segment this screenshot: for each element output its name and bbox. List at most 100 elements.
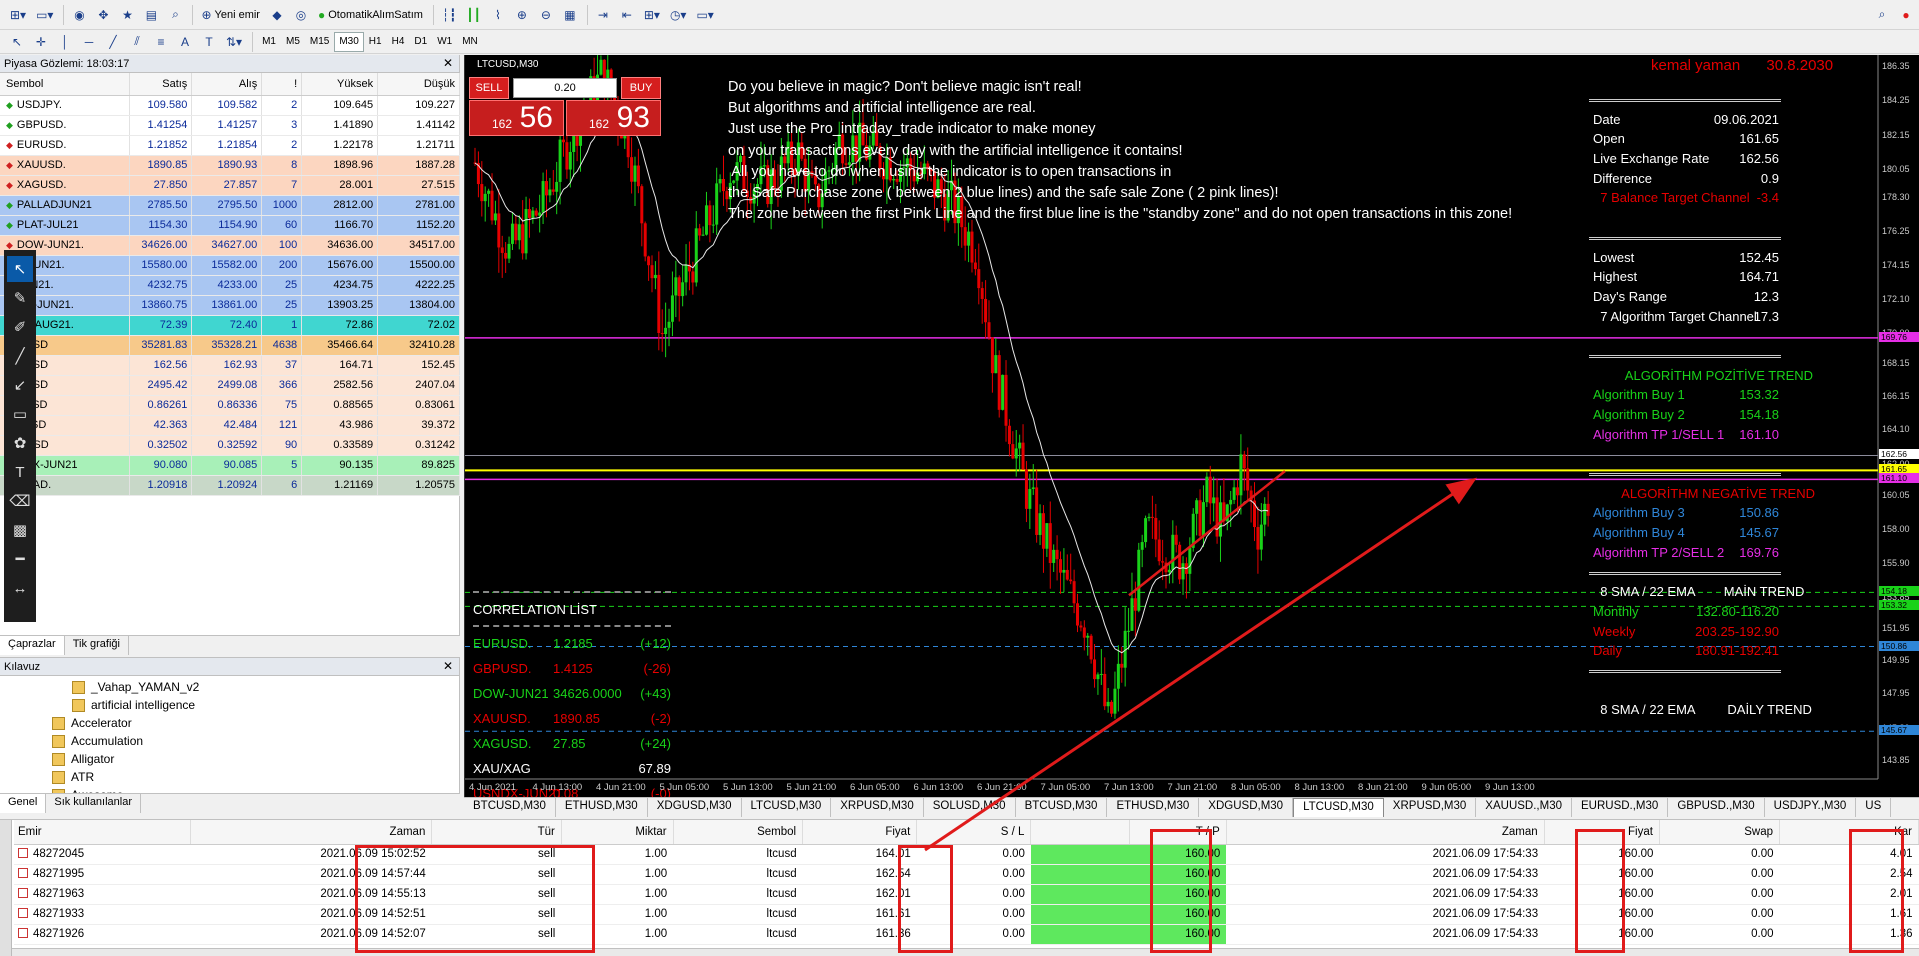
navigator-item[interactable]: Accumulation: [0, 732, 459, 750]
tester-icon[interactable]: ⌕: [164, 4, 186, 26]
timeframe-m5[interactable]: M5: [281, 32, 305, 52]
market-watch-row[interactable]: ◆JUN21.4232.754233.00254234.754222.25: [0, 275, 460, 296]
market-watch-row[interactable]: ◆ DOW-JUN21. 34626.00 34627.00 100 34636.00 34…: [0, 235, 460, 256]
history-column-header[interactable]: Fiyat: [1544, 820, 1660, 845]
text-icon[interactable]: A: [174, 31, 196, 53]
navigator-item[interactable]: ATR: [0, 768, 459, 786]
history-column-header[interactable]: S / L: [916, 820, 1032, 845]
history-column-header[interactable]: Zaman: [1226, 820, 1545, 845]
auto-scroll-icon[interactable]: ⇤: [616, 4, 638, 26]
buy-button[interactable]: BUY: [621, 77, 661, 99]
timeframe-m30[interactable]: M30: [334, 31, 364, 52]
opacity-icon[interactable]: ▩: [7, 517, 33, 543]
market-watch-row[interactable]: ◆ USDJPY. 109.580 109.582 2 109.645 109.227: [0, 95, 460, 116]
market-watch-icon[interactable]: ◉: [68, 4, 90, 26]
new-chart-icon[interactable]: ⊞▾: [6, 4, 30, 26]
history-row[interactable]: 48272045 2021.06.09 15:02:52 sell 1.00 ltcus…: [14, 844, 1919, 865]
trendline-icon[interactable]: ╱: [102, 31, 124, 53]
chart-tab[interactable]: XRPUSD,M30: [831, 798, 924, 817]
timeframe-m1[interactable]: M1: [257, 32, 281, 52]
label-icon[interactable]: T: [198, 31, 220, 53]
periods-icon[interactable]: ◷▾: [666, 4, 691, 26]
data-window-icon[interactable]: ✥: [92, 4, 114, 26]
chart-shift-icon[interactable]: ⇥: [592, 4, 614, 26]
indicators-icon[interactable]: ⊞▾: [640, 4, 664, 26]
cursor-icon[interactable]: ↖: [6, 31, 28, 53]
chart-tab[interactable]: BTCUSD,M30: [464, 798, 556, 817]
navigator-item[interactable]: Accelerator: [0, 714, 459, 732]
navigator-icon[interactable]: ★: [116, 4, 138, 26]
pointer-icon[interactable]: ↖: [7, 256, 33, 282]
tab-favorites[interactable]: Sık kullanılanlar: [46, 794, 142, 813]
history-column-header[interactable]: Emir: [14, 820, 192, 845]
timeframe-m15[interactable]: M15: [305, 32, 334, 52]
market-watch-row[interactable]: ◆GUSD0.325020.32592900.335890.31242: [0, 435, 460, 456]
market-watch-row[interactable]: ◆ EURUSD. 1.21852 1.21854 2 1.22178 1.21711: [0, 135, 460, 156]
chart-tab[interactable]: LTCUSD,M30: [1293, 798, 1384, 817]
tile-windows-icon[interactable]: ▦: [559, 4, 581, 26]
candlestick-icon[interactable]: ┃┃: [462, 4, 484, 26]
chart-tab[interactable]: ETHUSD,M30: [1107, 798, 1200, 817]
history-row[interactable]: 48271926 2021.06.09 14:52:07 sell 1.00 ltcus…: [14, 924, 1919, 945]
column-header-symbol[interactable]: Sembol: [0, 73, 131, 96]
navigator-item[interactable]: artificial intelligence: [0, 696, 459, 714]
search-icon[interactable]: ⌕: [1871, 4, 1893, 26]
new-order-button[interactable]: ⊕ Yeni emir: [197, 4, 264, 26]
close-icon[interactable]: ✕: [443, 659, 453, 673]
history-column-header[interactable]: Tür: [431, 820, 562, 845]
market-watch-row[interactable]: ◆CUSD35281.8335328.21463835466.6432410.2…: [0, 335, 460, 356]
rectangle-tool-icon[interactable]: ▭: [7, 401, 33, 427]
navigator-item[interactable]: _Vahap_YAMAN_v2: [0, 678, 459, 696]
history-row[interactable]: 48271963 2021.06.09 14:55:13 sell 1.00 ltcus…: [14, 884, 1919, 905]
market-watch-row[interactable]: ◆PUSD0.862610.86336750.885650.83061: [0, 395, 460, 416]
column-header-ask[interactable]: Alış: [191, 73, 263, 96]
text-tool-icon[interactable]: T: [7, 459, 33, 485]
horizontal-line-icon[interactable]: ─: [78, 31, 100, 53]
profiles-icon[interactable]: ▭▾: [32, 4, 57, 26]
column-header-high[interactable]: Yüksek: [301, 73, 379, 96]
sell-price-box[interactable]: 162 56: [469, 100, 564, 136]
sell-button[interactable]: SELL: [469, 77, 509, 99]
palette-icon[interactable]: ✿: [7, 430, 33, 456]
market-watch-row[interactable]: ◆ GBPUSD. 1.41254 1.41257 3 1.41890 1.41142: [0, 115, 460, 136]
market-watch-row[interactable]: ◆X-JUN21.15580.0015582.0020015676.001550…: [0, 255, 460, 276]
tab-symbols[interactable]: Çaprazlar: [0, 636, 65, 655]
buy-price-box[interactable]: 162 93: [566, 100, 661, 136]
history-column-header[interactable]: T / P: [1129, 820, 1227, 845]
chart-tab[interactable]: US: [1856, 798, 1892, 817]
chart-tab[interactable]: LTCUSD,M30: [742, 798, 832, 817]
chart-tab[interactable]: XDGUSD,M30: [648, 798, 742, 817]
line-tool-icon[interactable]: ╱: [7, 343, 33, 369]
history-column-header[interactable]: Miktar: [561, 820, 674, 845]
history-column-header[interactable]: Zaman: [190, 820, 433, 845]
market-watch-row[interactable]: ◆CUSD162.56162.9337164.71152.45: [0, 355, 460, 376]
zoom-in-icon[interactable]: ⊕: [511, 4, 533, 26]
arrows-icon[interactable]: ⇅▾: [222, 31, 246, 53]
market-watch-row[interactable]: ◆ XAUUSD. 1890.85 1890.93 8 1898.96 1887.28: [0, 155, 460, 176]
chart-tab[interactable]: XDGUSD,M30: [1199, 798, 1294, 817]
metaeditor-icon[interactable]: ◆: [266, 4, 288, 26]
history-row[interactable]: 48271933 2021.06.09 14:52:51 sell 1.00 ltcus…: [14, 904, 1919, 925]
bar-chart-icon[interactable]: ┆┇: [438, 4, 460, 26]
chart-tab[interactable]: USDJPY.,M30: [1765, 798, 1857, 817]
column-header-spread[interactable]: !: [261, 73, 303, 96]
history-column-header[interactable]: Sembol: [673, 820, 804, 845]
market-watch-row[interactable]: ◆ PALLADJUN21 2785.50 2795.50 1000 2812.00 278…: [0, 195, 460, 216]
chart-tab[interactable]: XRPUSD,M30: [1384, 798, 1477, 817]
chart-tab[interactable]: BTCUSD,M30: [1016, 798, 1108, 817]
chart-tab[interactable]: ETHUSD,M30: [556, 798, 648, 817]
close-icon[interactable]: ✕: [443, 56, 453, 70]
market-watch-row[interactable]: ◆ PLAT-JUL21 1154.30 1154.90 60 1166.70 1152.2…: [0, 215, 460, 236]
history-column-header[interactable]: Fiyat: [802, 820, 918, 845]
auto-trading-button[interactable]: ● OtomatikAlımSatım: [314, 4, 427, 26]
zoom-out-icon[interactable]: ⊖: [535, 4, 557, 26]
timeframe-h1[interactable]: H1: [364, 32, 387, 52]
timeframe-w1[interactable]: W1: [432, 32, 457, 52]
line-width-icon[interactable]: ━: [7, 546, 33, 572]
templates-icon[interactable]: ▭▾: [692, 4, 717, 26]
history-column-header[interactable]: Swap: [1659, 820, 1781, 845]
timeframe-mn[interactable]: MN: [457, 32, 483, 52]
pen-icon[interactable]: ✎: [7, 285, 33, 311]
chart-window[interactable]: LTCUSD,M30 SELL 0.20 BUY 162 56 162 93 D…: [464, 55, 1919, 811]
market-watch-row[interactable]: ◆DCAD.1.209181.2092461.211691.20575: [0, 475, 460, 496]
